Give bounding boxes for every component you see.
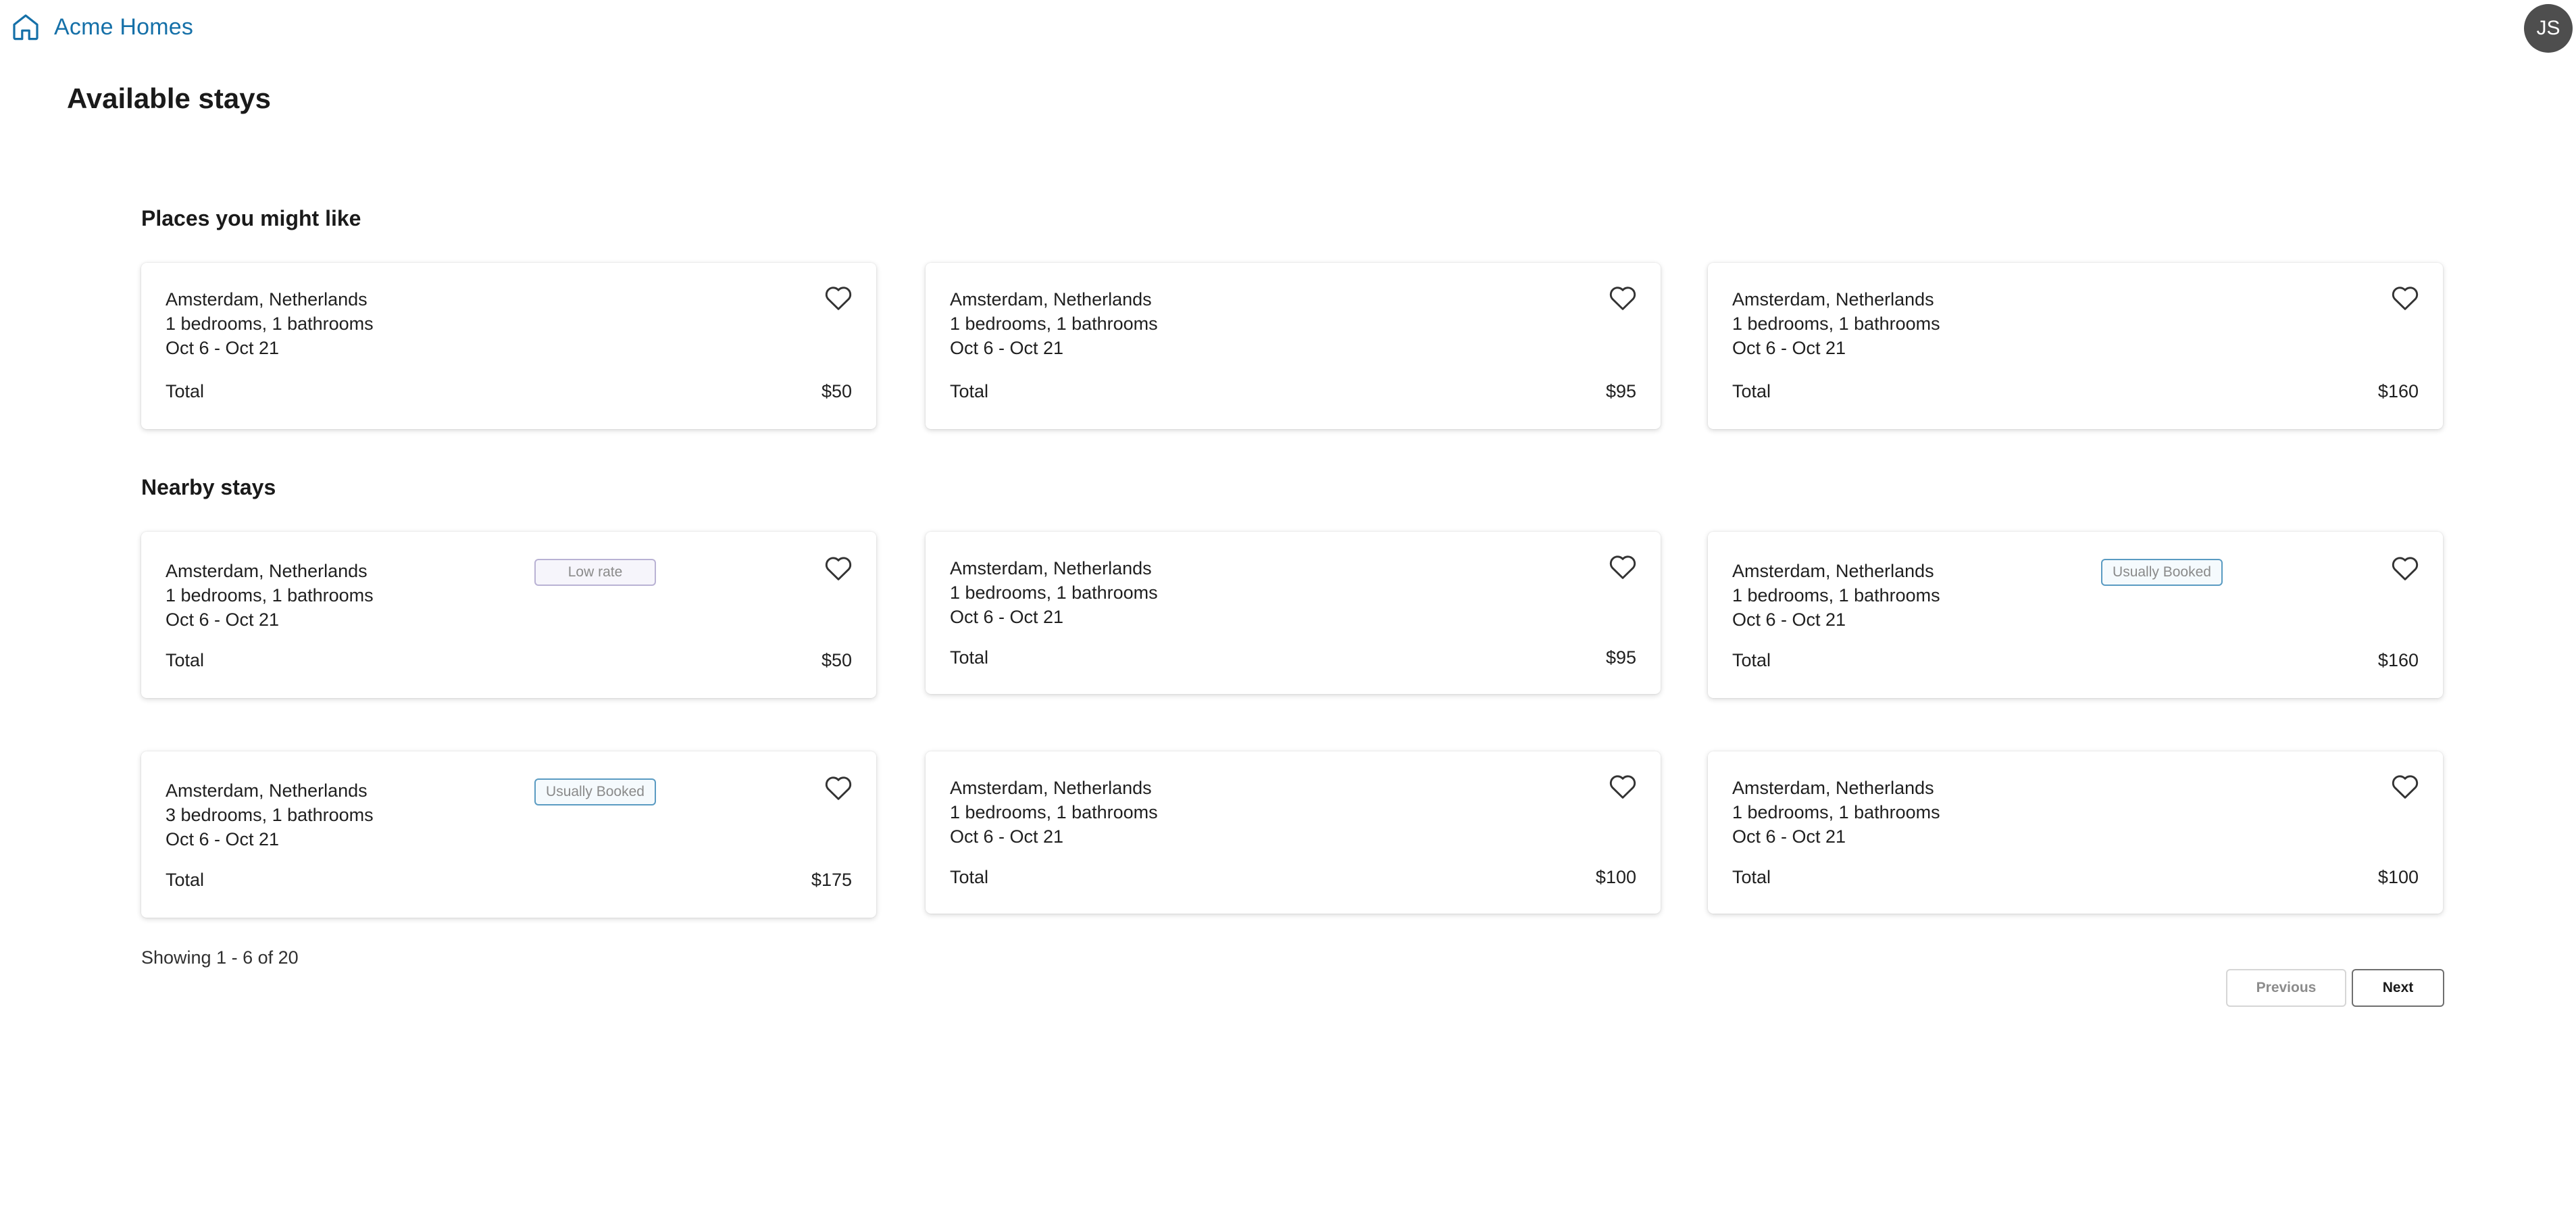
- card-dates: Oct 6 - Oct 21: [950, 338, 1064, 358]
- card-location: Amsterdam, Netherlands: [950, 778, 1152, 798]
- results-count: Showing 1 - 6 of 20: [141, 947, 299, 968]
- favorite-heart-icon[interactable]: [824, 284, 853, 312]
- card-location: Amsterdam, Netherlands: [950, 558, 1152, 578]
- card-location: Amsterdam, Netherlands: [1732, 289, 1934, 309]
- page-title: Available stays: [67, 82, 271, 114]
- next-page-button[interactable]: Next: [2352, 969, 2444, 1007]
- card-price: $95: [1605, 381, 1636, 401]
- card-rooms: 1 bedrooms, 1 bathrooms: [166, 585, 374, 605]
- card-price: $160: [2377, 650, 2419, 670]
- low-rate-badge: Low rate: [534, 559, 656, 586]
- page: Acme Homes JS Available stays Places you…: [0, 0, 2576, 1217]
- usually-booked-badge: Usually Booked: [534, 778, 656, 805]
- favorite-heart-icon[interactable]: [1608, 284, 1638, 312]
- card-dates: Oct 6 - Oct 21: [1732, 826, 1846, 847]
- user-avatar[interactable]: JS: [2524, 4, 2573, 53]
- favorite-heart-icon[interactable]: [824, 774, 853, 801]
- card-dates: Oct 6 - Oct 21: [950, 826, 1064, 847]
- card-rooms: 1 bedrooms, 1 bathrooms: [166, 314, 374, 334]
- stay-card[interactable]: Amsterdam, Netherlands 1 bedrooms, 1 bat…: [141, 263, 876, 429]
- card-location: Amsterdam, Netherlands: [1732, 561, 1934, 581]
- stay-card[interactable]: Amsterdam, Netherlands 1 bedrooms, 1 bat…: [926, 532, 1661, 694]
- previous-page-button[interactable]: Previous: [2226, 969, 2346, 1007]
- card-total-label: Total: [1732, 381, 1771, 401]
- card-total-label: Total: [950, 647, 989, 668]
- card-dates: Oct 6 - Oct 21: [166, 610, 280, 630]
- card-rooms: 1 bedrooms, 1 bathrooms: [950, 582, 1158, 603]
- stay-card[interactable]: Amsterdam, Netherlands 1 bedrooms, 1 bat…: [1708, 751, 2443, 914]
- card-rooms: 1 bedrooms, 1 bathrooms: [1732, 585, 1940, 605]
- card-price: $160: [2377, 381, 2419, 401]
- stay-card[interactable]: Amsterdam, Netherlands 3 bedrooms, 1 bat…: [141, 751, 876, 918]
- brand-name: Acme Homes: [54, 14, 194, 40]
- card-total-label: Total: [1732, 867, 1771, 887]
- card-dates: Oct 6 - Oct 21: [950, 607, 1064, 627]
- card-dates: Oct 6 - Oct 21: [1732, 338, 1846, 358]
- card-rooms: 1 bedrooms, 1 bathrooms: [950, 314, 1158, 334]
- card-price: $175: [811, 870, 852, 890]
- card-dates: Oct 6 - Oct 21: [1732, 610, 1846, 630]
- card-location: Amsterdam, Netherlands: [1732, 778, 1934, 798]
- card-total-label: Total: [166, 650, 205, 670]
- card-rooms: 3 bedrooms, 1 bathrooms: [166, 805, 374, 825]
- favorite-heart-icon[interactable]: [1608, 553, 1638, 580]
- card-dates: Oct 6 - Oct 21: [166, 829, 280, 849]
- favorite-heart-icon[interactable]: [2390, 773, 2420, 800]
- section-title-places: Places you might like: [141, 206, 361, 230]
- brand-link[interactable]: Acme Homes: [9, 11, 193, 43]
- top-bar: Acme Homes JS: [0, 0, 2576, 58]
- favorite-heart-icon[interactable]: [1608, 773, 1638, 800]
- card-location: Amsterdam, Netherlands: [166, 780, 368, 801]
- usually-booked-badge: Usually Booked: [2101, 559, 2223, 586]
- section-title-nearby: Nearby stays: [141, 475, 276, 499]
- card-location: Amsterdam, Netherlands: [166, 289, 368, 309]
- favorite-heart-icon[interactable]: [2390, 555, 2420, 582]
- card-total-label: Total: [1732, 650, 1771, 670]
- card-price: $50: [821, 381, 852, 401]
- stay-card[interactable]: Amsterdam, Netherlands 1 bedrooms, 1 bat…: [1708, 263, 2443, 429]
- stay-card[interactable]: Amsterdam, Netherlands 1 bedrooms, 1 bat…: [141, 532, 876, 698]
- card-rooms: 1 bedrooms, 1 bathrooms: [950, 802, 1158, 822]
- stay-card[interactable]: Amsterdam, Netherlands 1 bedrooms, 1 bat…: [926, 263, 1661, 429]
- favorite-heart-icon[interactable]: [2390, 284, 2420, 312]
- stay-card[interactable]: Amsterdam, Netherlands 1 bedrooms, 1 bat…: [1708, 532, 2443, 698]
- card-location: Amsterdam, Netherlands: [950, 289, 1152, 309]
- card-price: $100: [2377, 867, 2419, 887]
- stay-card[interactable]: Amsterdam, Netherlands 1 bedrooms, 1 bat…: [926, 751, 1661, 914]
- card-total-label: Total: [166, 381, 205, 401]
- favorite-heart-icon[interactable]: [824, 555, 853, 582]
- card-price: $100: [1595, 867, 1636, 887]
- card-rooms: 1 bedrooms, 1 bathrooms: [1732, 314, 1940, 334]
- card-total-label: Total: [950, 381, 989, 401]
- home-icon: [9, 11, 42, 43]
- card-total-label: Total: [950, 867, 989, 887]
- card-rooms: 1 bedrooms, 1 bathrooms: [1732, 802, 1940, 822]
- card-total-label: Total: [166, 870, 205, 890]
- card-location: Amsterdam, Netherlands: [166, 561, 368, 581]
- card-price: $95: [1605, 647, 1636, 668]
- card-dates: Oct 6 - Oct 21: [166, 338, 280, 358]
- card-price: $50: [821, 650, 852, 670]
